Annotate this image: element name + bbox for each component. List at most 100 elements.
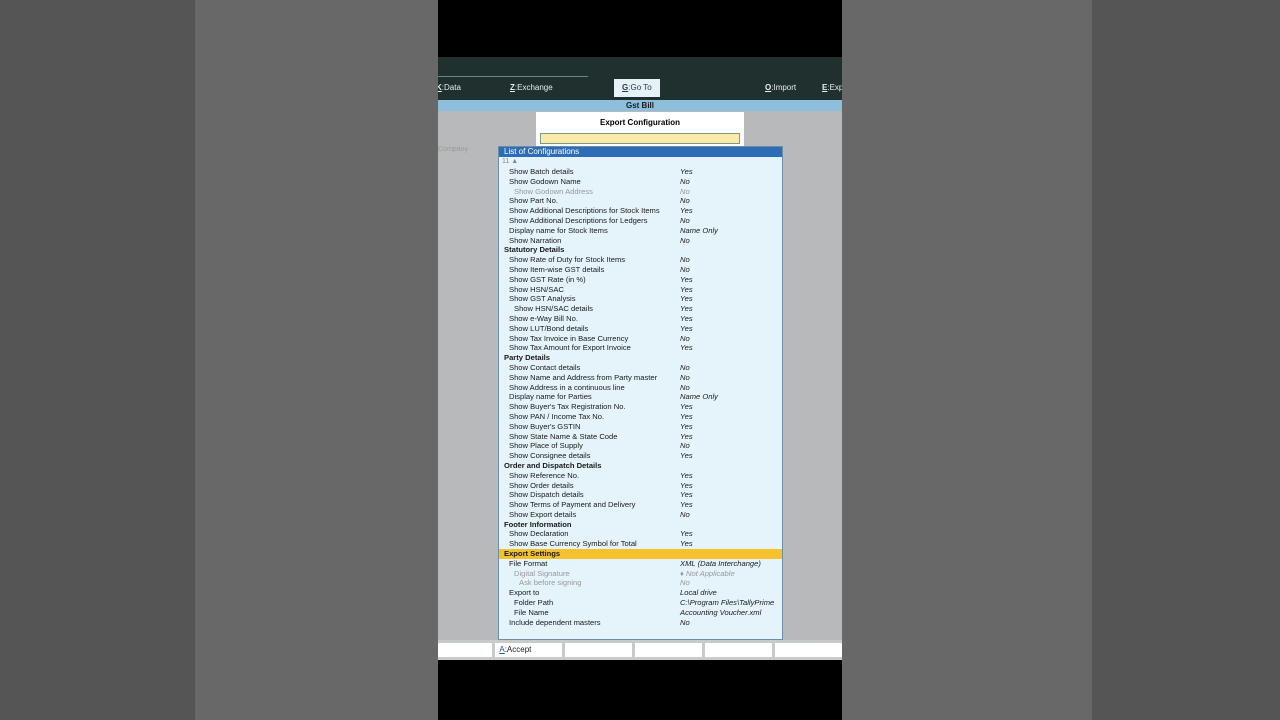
config-row[interactable]: Show Name and Address from Party master N… [499, 373, 782, 383]
config-value[interactable]: Yes [680, 343, 693, 353]
config-row[interactable]: File Format XML (Data Interchange) [499, 559, 782, 569]
config-row[interactable]: Show Contact details No [499, 363, 782, 373]
config-value[interactable]: Yes [680, 304, 693, 314]
blurred-background-left [0, 0, 438, 720]
config-row[interactable]: Folder Path C:\Program Files\TallyPrime [499, 598, 782, 608]
config-label: Show Tax Amount for Export Invoice [509, 343, 631, 353]
config-row[interactable]: Show Declaration Yes [499, 529, 782, 539]
config-value[interactable]: No [680, 578, 690, 588]
menu-export[interactable]: E:Exp [822, 83, 842, 92]
config-value[interactable]: No [680, 618, 690, 628]
config-row[interactable]: Show Base Currency Symbol for Total Yes [499, 539, 782, 549]
config-value[interactable]: Accounting Voucher.xml [680, 608, 761, 618]
config-value[interactable]: Local drive [680, 588, 717, 598]
config-row[interactable]: Show Dispatch details Yes [499, 490, 782, 500]
config-row[interactable]: Include dependent masters No [499, 618, 782, 628]
config-row[interactable]: Display name for Parties Name Only [499, 392, 782, 402]
config-value[interactable]: No [680, 265, 690, 275]
configuration-search-input[interactable] [540, 133, 740, 144]
config-row[interactable]: Show GST Analysis Yes [499, 294, 782, 304]
config-value[interactable]: Yes [680, 500, 693, 510]
config-row[interactable]: Show Rate of Duty for Stock Items No [499, 255, 782, 265]
config-value[interactable]: Yes [680, 432, 693, 442]
config-row[interactable]: Show Additional Descriptions for Ledgers… [499, 216, 782, 226]
config-value[interactable]: Yes [680, 481, 693, 491]
config-row[interactable]: Show HSN/SAC details Yes [499, 304, 782, 314]
config-row[interactable]: Show Buyer's GSTIN Yes [499, 422, 782, 432]
config-row[interactable]: Show Part No. No [499, 196, 782, 206]
section-header: Statutory Details [499, 245, 782, 255]
accept-button[interactable]: A:Accept [495, 643, 563, 657]
config-label: Folder Path [514, 598, 554, 608]
config-label: Show HSN/SAC [509, 284, 564, 294]
config-row[interactable]: Display name for Stock Items Name Only [499, 226, 782, 236]
config-row[interactable]: Export to Local drive [499, 588, 782, 598]
menu-import[interactable]: O:Import [765, 83, 796, 92]
config-value[interactable]: C:\Program Files\TallyPrime [680, 598, 774, 608]
config-value[interactable]: Yes [680, 275, 693, 285]
config-value[interactable]: Yes [680, 314, 693, 324]
config-value[interactable]: XML (Data Interchange) [680, 559, 761, 569]
config-label: Show Batch details [509, 167, 574, 176]
config-row[interactable]: Show Item-wise GST details No [499, 265, 782, 275]
config-value[interactable]: No [680, 441, 690, 451]
config-row[interactable]: Show Additional Descriptions for Stock I… [499, 206, 782, 216]
config-value[interactable]: No [680, 373, 690, 383]
config-row[interactable]: Show State Name & State Code Yes [499, 432, 782, 442]
config-value[interactable]: Yes [680, 529, 693, 539]
config-value[interactable]: Yes [680, 471, 693, 481]
menu-exchange[interactable]: Z:Exchange [510, 83, 553, 92]
config-label: Show Terms of Payment and Delivery [509, 500, 636, 510]
config-label: Include dependent masters [509, 617, 601, 627]
config-value[interactable]: No [680, 510, 690, 520]
config-value[interactable]: Yes [680, 285, 693, 295]
config-value[interactable]: Yes [680, 539, 693, 549]
config-value[interactable]: Name Only [680, 392, 718, 402]
menu-goto[interactable]: G:Go To [614, 79, 660, 97]
config-row[interactable]: Show Godown Address No [499, 187, 782, 197]
config-value[interactable]: Yes [680, 294, 693, 304]
config-value[interactable]: ♦ Not Applicable [680, 569, 735, 579]
config-row[interactable]: Show Godown Name No [499, 177, 782, 187]
config-value[interactable]: No [680, 383, 690, 393]
config-row[interactable]: Show Consignee details Yes [499, 451, 782, 461]
config-row[interactable]: Show Tax Invoice in Base Currency No [499, 334, 782, 344]
config-row[interactable]: Show Buyer's Tax Registration No. Yes [499, 402, 782, 412]
config-row[interactable]: Show Narration No [499, 236, 782, 246]
config-row[interactable]: Show Place of Supply No [499, 441, 782, 451]
config-row[interactable]: Show Tax Amount for Export Invoice Yes [499, 343, 782, 353]
config-row[interactable]: Show e-Way Bill No. Yes [499, 314, 782, 324]
config-value[interactable]: Name Only [680, 226, 718, 236]
config-value[interactable]: No [680, 255, 690, 265]
config-row[interactable]: File Name Accounting Voucher.xml [499, 608, 782, 618]
config-value[interactable]: No [680, 177, 690, 187]
config-value[interactable]: Yes [680, 324, 693, 334]
config-value[interactable]: Yes [680, 206, 693, 216]
config-row[interactable]: Show Batch details Yes [499, 167, 782, 177]
config-row[interactable]: Show Address in a continuous line No [499, 383, 782, 393]
config-value[interactable]: No [680, 236, 690, 246]
config-value[interactable]: Yes [680, 422, 693, 432]
config-value[interactable]: Yes [680, 402, 693, 412]
config-value[interactable]: Yes [680, 412, 693, 422]
config-value[interactable]: No [680, 363, 690, 373]
config-row[interactable]: Ask before signing No [499, 578, 782, 588]
config-row[interactable]: Show Terms of Payment and Delivery Yes [499, 500, 782, 510]
config-label: File Format [509, 558, 548, 568]
config-value[interactable]: Yes [680, 167, 693, 177]
config-row[interactable]: Show Order details Yes [499, 481, 782, 491]
config-row[interactable]: Digital Signature ♦ Not Applicable [499, 569, 782, 579]
menu-data[interactable]: K:Data [438, 83, 461, 92]
config-row[interactable]: Show GST Rate (in %) Yes [499, 275, 782, 285]
config-value[interactable]: No [680, 187, 690, 197]
config-value[interactable]: No [680, 216, 690, 226]
config-value[interactable]: No [680, 196, 690, 206]
config-value[interactable]: Yes [680, 451, 693, 461]
config-row[interactable]: Show Export details No [499, 510, 782, 520]
config-row[interactable]: Show HSN/SAC Yes [499, 285, 782, 295]
config-row[interactable]: Show PAN / Income Tax No. Yes [499, 412, 782, 422]
config-value[interactable]: Yes [680, 490, 693, 500]
config-value[interactable]: No [680, 334, 690, 344]
config-row[interactable]: Show LUT/Bond details Yes [499, 324, 782, 334]
config-row[interactable]: Show Reference No. Yes [499, 471, 782, 481]
